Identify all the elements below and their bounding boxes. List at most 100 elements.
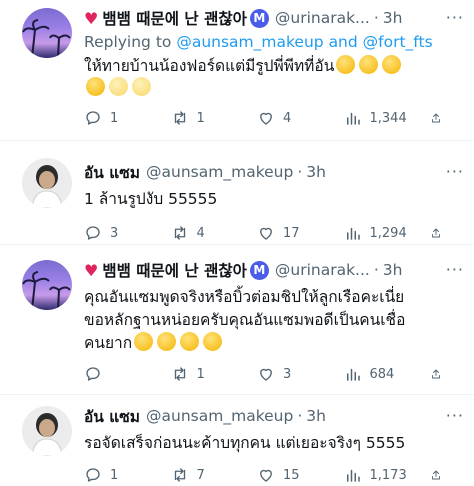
reply-icon	[84, 224, 102, 242]
share-icon	[430, 365, 442, 383]
timestamp[interactable]: 3h	[306, 163, 326, 181]
handle[interactable]: @aunsam_makeup	[146, 407, 293, 425]
views-button[interactable]: 1,344	[344, 109, 431, 127]
action-bar: 1 7 15 1,173	[84, 464, 464, 486]
action-bar: 1 1 4 1,344	[84, 107, 464, 129]
timestamp[interactable]: 3h	[306, 407, 326, 425]
separator: ·	[297, 407, 303, 425]
person-avatar-icon	[31, 413, 63, 456]
retweet-button[interactable]: 4	[171, 224, 258, 242]
like-button[interactable]: 3	[257, 365, 344, 383]
share-button[interactable]	[430, 466, 450, 484]
thinking-emoji-icon	[180, 332, 200, 351]
timestamp[interactable]: 3h	[383, 9, 403, 27]
badge-icon: M	[249, 260, 269, 280]
tweet-text: 1 ล้านรูปงับ 55555	[84, 190, 218, 208]
reply-button[interactable]: 3	[84, 224, 171, 242]
avatar[interactable]	[22, 260, 72, 310]
handle[interactable]: @aunsam_makeup	[146, 163, 293, 181]
monocle-emoji-icon	[382, 55, 402, 74]
tweet[interactable]: ♥ 뱀뱀 때문에 난 괜찮아 M @urinarak... · 3h ··· R…	[0, 0, 474, 141]
tweet-text: รอจัดเสร็จก่อนนะค้าบทุกคน แต่เยอะจริงๆ 5…	[84, 434, 406, 452]
separator: ·	[373, 9, 379, 27]
retweet-button[interactable]: 1	[171, 109, 258, 127]
separator: ·	[373, 261, 379, 279]
tweet-text: ให้ทายบ้านน้องฟอร์ดแต่มีรูปพี่พีทที่อัน	[84, 55, 464, 99]
replying-to: Replying to @aunsam_makeup and @fort_fts	[84, 33, 433, 51]
tweet[interactable]: ♥ 뱀뱀 때문에 난 괜찮아 M @urinarak... · 3h ··· ค…	[0, 244, 474, 395]
more-icon[interactable]: ···	[446, 406, 464, 425]
tweet-header: ♥ 뱀뱀 때문에 난 괜찮아 M @urinarak... · 3h	[84, 258, 464, 282]
avatar[interactable]	[22, 406, 72, 456]
separator: ·	[297, 163, 303, 181]
share-button[interactable]	[430, 109, 450, 127]
palm-tree-icon	[22, 271, 71, 310]
display-name[interactable]: อัน แซม	[84, 404, 140, 429]
smile-emoji-icon	[109, 77, 128, 96]
views-button[interactable]: 1,173	[344, 466, 431, 484]
person-avatar-icon	[31, 165, 63, 208]
like-button[interactable]: 15	[257, 466, 344, 484]
heart-icon: ♥	[84, 260, 99, 280]
action-bar: 3 4 17 1,294	[84, 222, 464, 244]
more-icon[interactable]: ···	[446, 260, 464, 279]
monocle-emoji-icon	[157, 332, 177, 351]
reply-button[interactable]: 1	[84, 466, 171, 484]
like-icon	[257, 365, 275, 383]
retweet-button[interactable]: 7	[171, 466, 258, 484]
share-icon	[430, 466, 442, 484]
views-button[interactable]: 684	[344, 365, 431, 383]
like-icon	[257, 466, 275, 484]
retweet-button[interactable]: 1	[171, 365, 258, 383]
share-icon	[430, 224, 442, 242]
more-icon[interactable]: ···	[446, 162, 464, 181]
like-icon	[257, 109, 275, 127]
reply-icon	[84, 466, 102, 484]
handle[interactable]: @urinarak...	[275, 261, 370, 279]
mention-link[interactable]: @aunsam_makeup	[176, 33, 323, 51]
heart-icon: ♥	[84, 8, 99, 28]
handle[interactable]: @urinarak...	[275, 9, 370, 27]
thinking-emoji-icon	[336, 55, 356, 74]
smile-emoji-icon	[132, 77, 151, 96]
timestamp[interactable]: 3h	[383, 261, 403, 279]
views-icon	[344, 365, 362, 383]
retweet-icon	[171, 224, 189, 242]
views-icon	[344, 109, 362, 127]
palm-tree-icon	[22, 19, 71, 58]
tweet-header: อัน แซม @aunsam_makeup · 3h	[84, 160, 464, 184]
tweet[interactable]: อัน แซม @aunsam_makeup · 3h ··· รอจัดเสร…	[0, 394, 474, 486]
like-icon	[257, 224, 275, 242]
monocle-emoji-icon	[86, 77, 105, 96]
views-button[interactable]: 1,294	[344, 224, 431, 242]
mention-link[interactable]: @fort_fts	[363, 33, 433, 51]
mention-conjunction: and	[328, 33, 358, 51]
monocle-emoji-icon	[134, 332, 154, 351]
avatar[interactable]	[22, 8, 72, 58]
retweet-icon	[171, 466, 189, 484]
thinking-emoji-icon	[203, 332, 223, 351]
reply-button[interactable]	[84, 365, 171, 383]
like-button[interactable]: 17	[257, 224, 344, 242]
views-icon	[344, 466, 362, 484]
tweet-header: ♥ 뱀뱀 때문에 난 괜찮아 M @urinarak... · 3h	[84, 6, 464, 30]
thinking-emoji-icon	[359, 55, 379, 74]
tweet-header: อัน แซม @aunsam_makeup · 3h	[84, 404, 464, 428]
share-button[interactable]	[430, 224, 450, 242]
avatar[interactable]	[22, 158, 72, 208]
display-name[interactable]: ♥ 뱀뱀 때문에 난 괜찮아 M	[84, 259, 269, 281]
reply-button[interactable]: 1	[84, 109, 171, 127]
display-name[interactable]: อัน แซม	[84, 160, 140, 185]
views-icon	[344, 224, 362, 242]
display-name[interactable]: ♥ 뱀뱀 때문에 난 괜찮아 M	[84, 7, 269, 29]
like-button[interactable]: 4	[257, 109, 344, 127]
share-button[interactable]	[430, 365, 450, 383]
retweet-icon	[171, 365, 189, 383]
tweet[interactable]: อัน แซม @aunsam_makeup · 3h ··· 1 ล้านรู…	[0, 140, 474, 245]
share-icon	[430, 109, 442, 127]
badge-icon: M	[249, 8, 269, 28]
reply-icon	[84, 365, 102, 383]
more-icon[interactable]: ···	[446, 8, 464, 27]
action-bar: 1 3 684	[84, 363, 464, 385]
reply-icon	[84, 109, 102, 127]
